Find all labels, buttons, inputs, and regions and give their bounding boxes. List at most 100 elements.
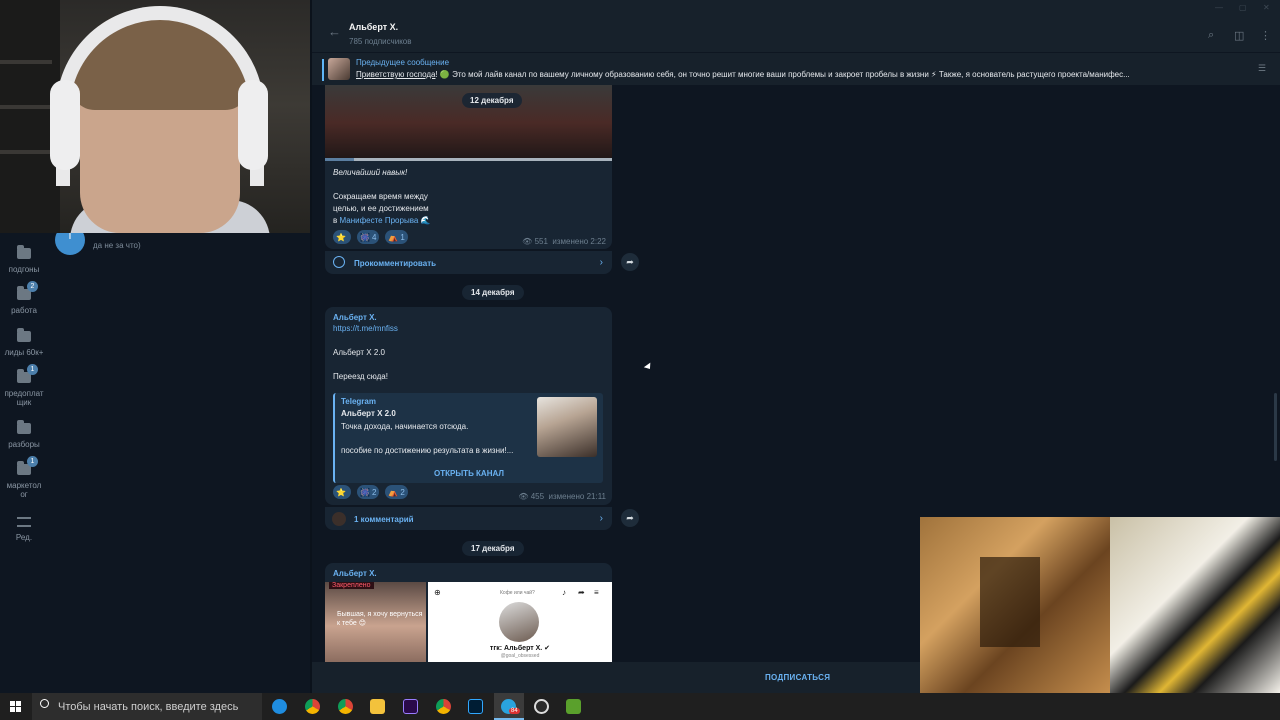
chrome-icon[interactable] [305,699,320,714]
minecraft-cave-view [920,517,1110,693]
manifest-link[interactable]: Манифесте Прорыва [339,216,418,225]
reaction-count: 1 [400,232,405,242]
chat-scrollbar[interactable] [1274,393,1277,461]
reactions-row: ⭐ 🎆 4 ⛺ 1 [333,230,408,244]
folder-label: Ред. [15,533,33,542]
album-photo[interactable]: Закреплено Бывшая, я хочу вернуться к те… [325,582,426,662]
carpet-cleaning-view [1110,517,1280,693]
comments-button[interactable]: Прокомментировать › [325,250,612,274]
views-icon: 👁 [518,492,529,501]
folder-icon [17,328,31,342]
preview-title: Альберт Х 2.0 [341,409,396,418]
message-text: Альберт Х 2.0 [333,348,385,357]
preview-desc-line: Точка дохода, начинается отсюда. [341,422,469,431]
folder-marketolog[interactable]: 1 маркетол ог [0,456,48,499]
star-icon: ⭐ [336,487,346,497]
preview-desc-line: пособие по достижению результата в жизни… [341,446,514,455]
taskbar: Чтобы начать поиск, введите здесь 84 [0,693,1280,720]
comments-label: Прокомментировать [354,259,437,268]
chevron-right-icon: › [599,513,603,524]
minimize-button[interactable]: — [1215,3,1223,12]
sender-name[interactable]: Альберт Х. [333,313,377,322]
obs-icon[interactable] [534,699,549,714]
more-icon[interactable]: ⋮ [1260,29,1271,42]
link-preview-card[interactable]: Telegram Альберт Х 2.0 Точка дохода, нач… [333,393,603,483]
reaction-tent[interactable]: ⛺ 1 [385,230,408,244]
search-icon[interactable]: ⌕ [1208,29,1214,42]
star-icon: ⭐ [336,232,346,242]
firework-icon: 🎆 [359,487,370,497]
windows-start-icon[interactable] [10,701,21,712]
comments-button[interactable]: 1 комментарий › [325,506,612,530]
pinned-text-underlined: Приветствую господа [356,70,436,79]
back-arrow-icon[interactable]: ← [328,24,341,39]
folder-label: предоплат щик [4,389,44,407]
edge-icon[interactable] [272,699,287,714]
reaction-tent[interactable]: ⛺ 2 [385,485,408,499]
profile-photo [499,602,539,642]
message-text: в Манифесте Прорыва 🌊 [333,215,431,227]
folder-edit[interactable]: Ред. [0,517,48,542]
folder-predoplatshik[interactable]: 1 предоплат щик [0,364,48,407]
pinned-tag: Закреплено [329,582,374,589]
reaction-star[interactable]: ⭐ [333,230,351,244]
sidebar-toggle-icon[interactable]: ◫ [1234,29,1244,42]
share-icon[interactable]: ➦ [621,253,639,271]
chrome-icon[interactable] [436,699,451,714]
folder-razbory[interactable]: разборы [0,420,48,449]
message-meta: 👁 551 изменено 2:22 [522,237,606,246]
folder-podgony[interactable]: подгоны [0,245,48,274]
folder-label: подгоны [8,265,40,274]
video-progress-track[interactable] [325,158,612,161]
chrome-icon[interactable] [338,699,353,714]
edited-time: изменено 21:11 [548,492,606,501]
preview-image [537,397,597,457]
folder-label: лиды 60к+ [4,348,44,357]
pin-list-icon[interactable]: ☰ [1258,63,1266,74]
folder-lidy[interactable]: лиды 60к+ [0,328,48,357]
views-count: 455 [530,492,545,501]
add-user-icon: ⊕ [434,588,441,597]
open-channel-button[interactable]: ОТКРЫТЬ КАНАЛ [335,469,603,478]
close-window-button[interactable]: ✕ [1263,3,1270,12]
webcam-shelf [0,150,52,154]
reaction-firework[interactable]: 🎆 4 [356,230,380,244]
album-photo[interactable]: ⊕ Кофе или чай? ♪ ➦ ≡ тгк: Альберт Х. ✔ … [428,582,612,662]
reaction-count: 4 [371,232,377,242]
views-count: 551 [534,237,548,246]
reaction-count: 2 [371,487,377,497]
premiere-icon[interactable] [403,699,418,714]
chevron-right-icon: › [599,257,603,268]
explorer-icon[interactable] [370,699,385,714]
coffee-question: Кофе или чай? [500,590,535,596]
pinned-message-bar[interactable]: Предыдущее сообщение Приветствую господа… [312,52,1280,85]
message-meta: 👁 455 изменено 21:11 [518,492,606,501]
channel-title[interactable]: Альберт Х. [349,22,398,32]
sender-name[interactable]: Альберт Х. [333,569,377,578]
folder-rabota[interactable]: 2 работа [0,281,48,315]
share-icon[interactable]: ➦ [621,509,639,527]
subscribe-button[interactable]: ПОДПИСАТЬСЯ [765,673,830,682]
folder-label: разборы [8,440,40,449]
minecraft-icon[interactable] [566,699,581,714]
photo-caption: Бывшая, я хочу вернуться к тебе 😊 [337,611,423,627]
reaction-count: 2 [400,487,405,497]
reaction-firework[interactable]: 🎆 2 [356,485,380,499]
pinned-indicator [322,59,324,81]
photoshop-icon[interactable] [468,699,483,714]
headphones-cup-left [50,80,80,170]
message-text: Переезд сюда! [333,372,388,381]
webcam-shelf [0,105,52,109]
sliders-icon [17,517,31,527]
taskbar-search[interactable]: Чтобы начать поиск, введите здесь [32,693,262,720]
maximize-button[interactable]: ▢ [1239,3,1247,12]
folder-unread-badge: 2 [27,281,38,292]
message-bubble: Альберт Х. Закреплено Бывшая, я хочу вер… [325,563,612,662]
message-link[interactable]: https://t.me/mnfiss [333,323,398,335]
webcam-shelf [0,60,52,64]
pinned-text: Приветствую господа! 🟢 Это мой лайв кана… [356,70,1236,79]
chat-header: — ▢ ✕ ← Альберт Х. 785 подписчиков ⌕ ◫ ⋮ [312,0,1280,52]
reaction-star[interactable]: ⭐ [333,485,351,499]
profile-handle: @goal_obsessed [500,653,540,659]
pinned-label: Предыдущее сообщение [356,58,450,67]
